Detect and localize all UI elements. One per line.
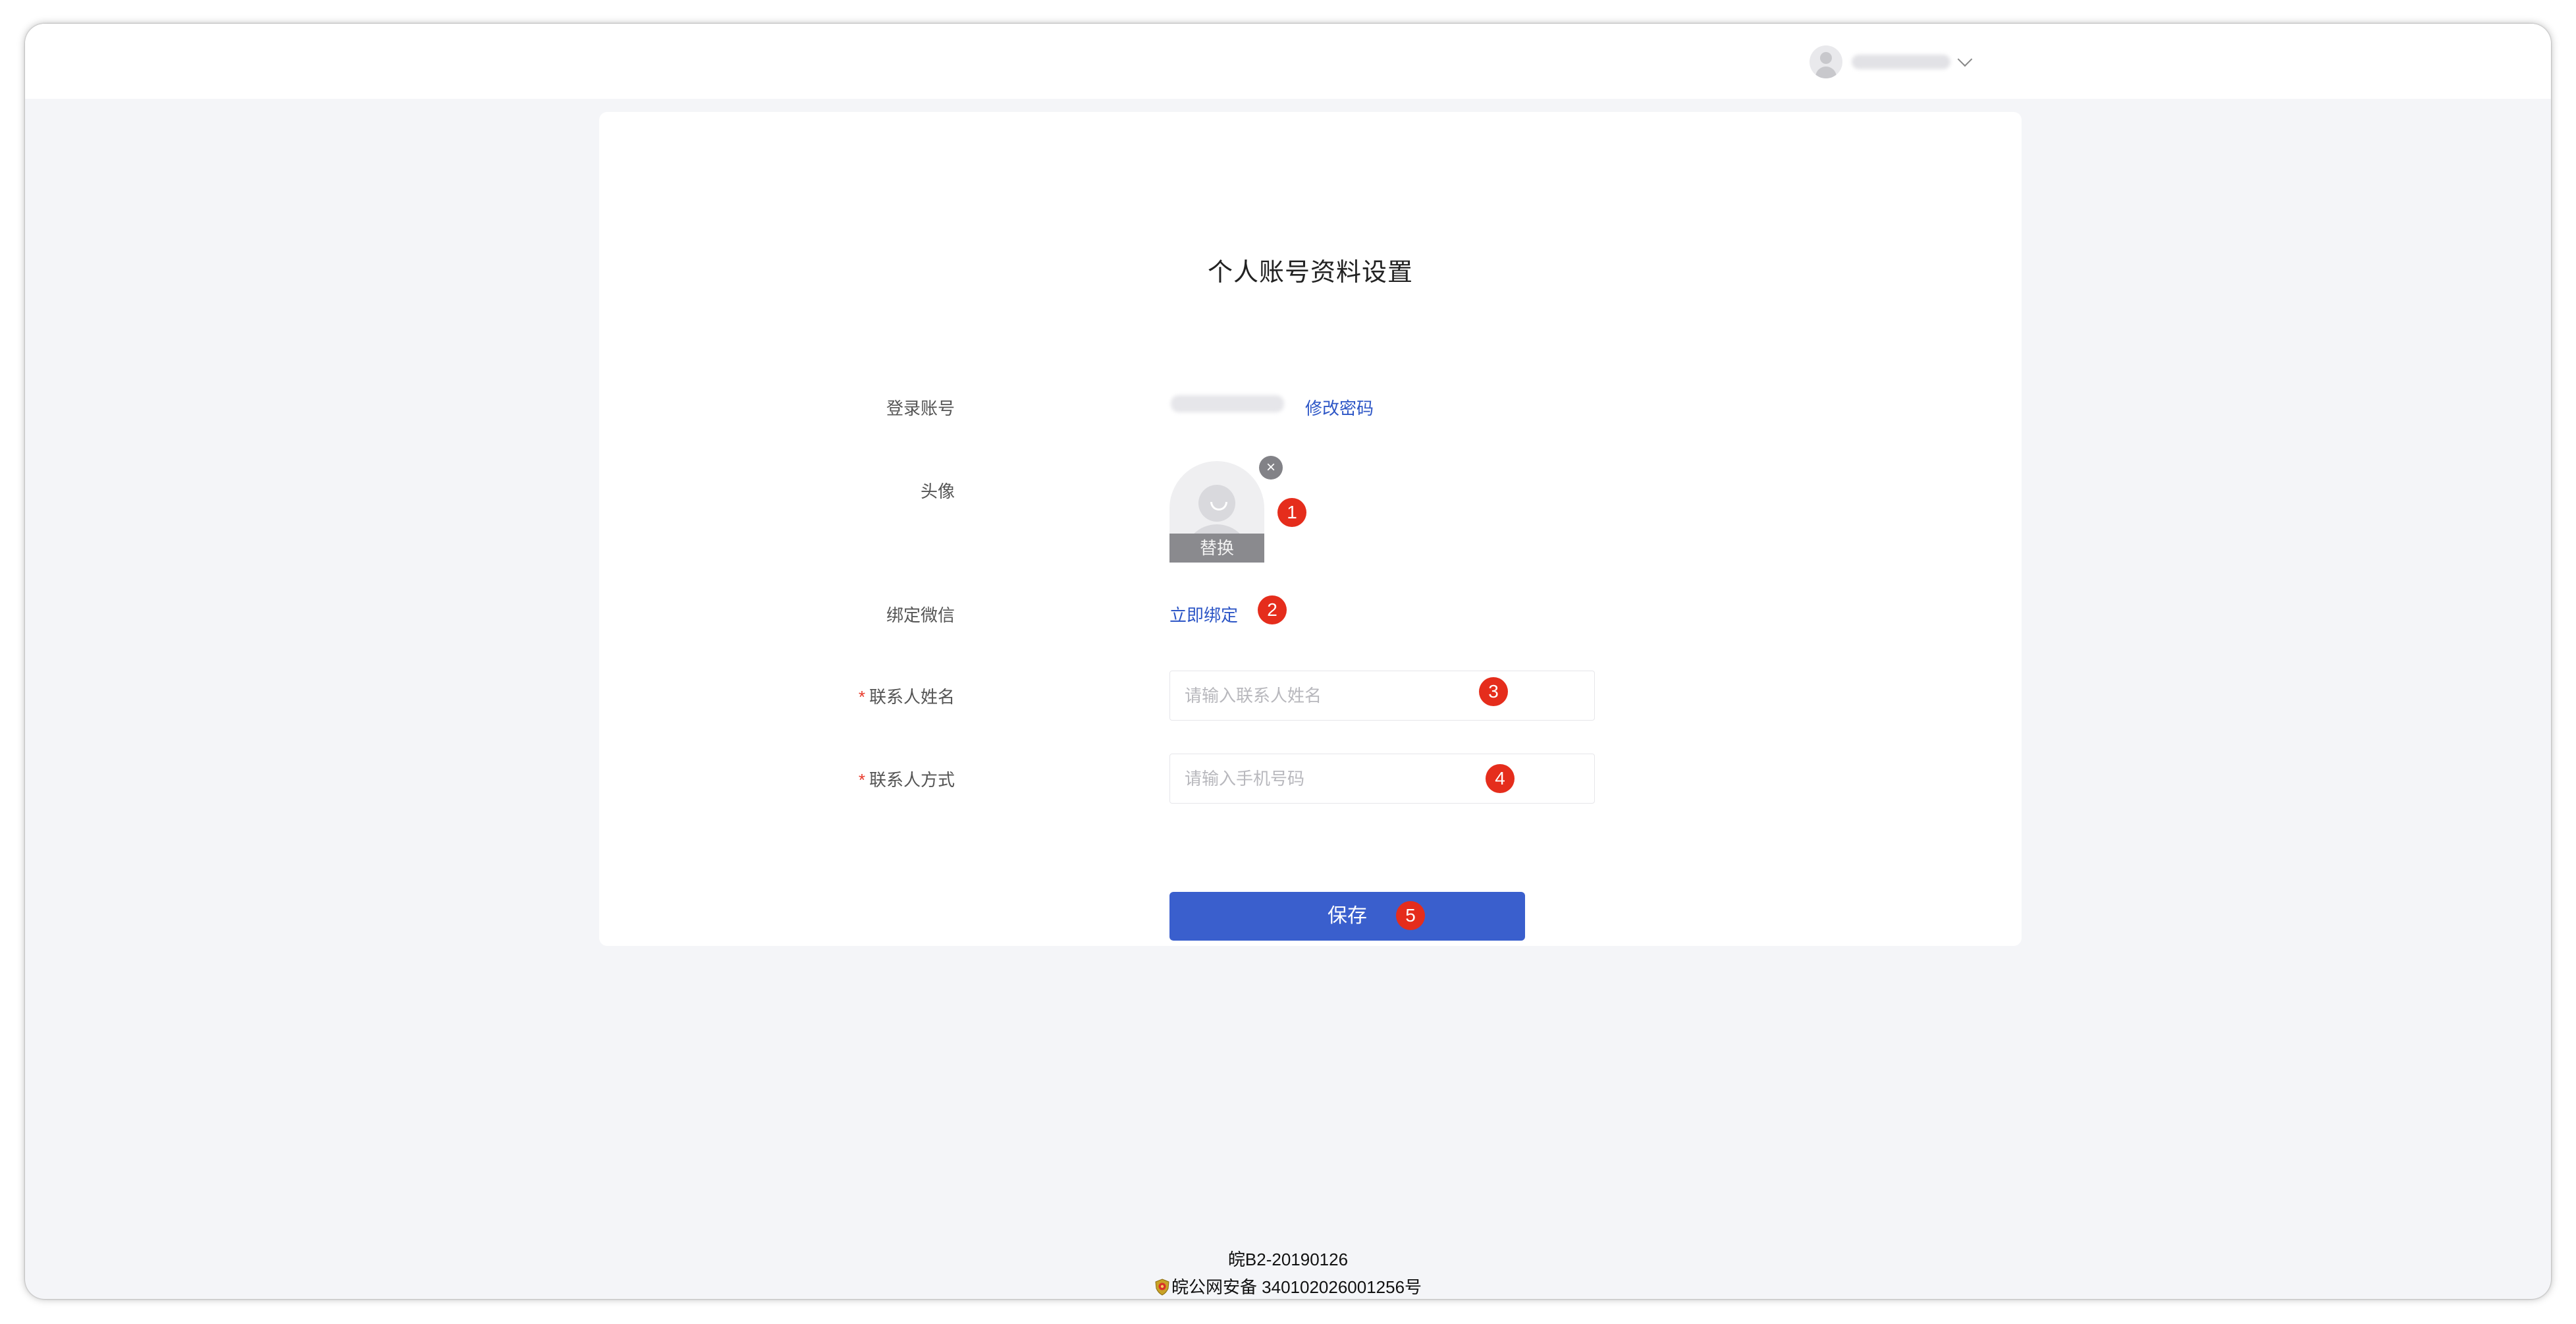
- required-mark: *: [858, 687, 865, 707]
- browser-window: 个人账号资料设置 登录账号 修改密码 头像 替换 × 1 绑定微信 立即绑定 2…: [25, 24, 2551, 1299]
- replace-avatar-button[interactable]: 替换: [1169, 534, 1264, 563]
- required-mark: *: [858, 770, 865, 790]
- top-navigation-bar: [25, 24, 2551, 99]
- chevron-down-icon[interactable]: [1957, 51, 1973, 67]
- police-record[interactable]: 皖公网安备 340102026001256号: [25, 1274, 2551, 1298]
- wechat-label: 绑定微信: [886, 605, 955, 625]
- save-button[interactable]: 保存: [1169, 892, 1525, 941]
- user-menu[interactable]: [1810, 43, 1973, 80]
- annotation-badge-3: 3: [1479, 677, 1508, 706]
- contact-name-input[interactable]: [1169, 671, 1595, 721]
- bind-wechat-link[interactable]: 立即绑定: [1169, 602, 1238, 626]
- contact-phone-label-text: 联系人方式: [869, 770, 955, 790]
- contact-name-label-text: 联系人姓名: [869, 687, 955, 707]
- remove-avatar-close-icon[interactable]: ×: [1259, 456, 1283, 480]
- user-avatar-icon[interactable]: [1810, 45, 1842, 78]
- police-record-text: 皖公网安备 340102026001256号: [1171, 1277, 1422, 1297]
- annotation-badge-2: 2: [1258, 595, 1287, 624]
- annotation-badge-1: 1: [1277, 498, 1306, 527]
- avatar-upload[interactable]: 替换: [1169, 461, 1264, 563]
- profile-settings-card: 个人账号资料设置 登录账号 修改密码 头像 替换 × 1 绑定微信 立即绑定 2…: [599, 112, 2022, 946]
- contact-name-label: * 联系人姓名: [599, 684, 955, 708]
- contact-phone-label: * 联系人方式: [599, 767, 955, 791]
- account-value-redacted: [1171, 395, 1284, 412]
- account-label: 登录账号: [886, 399, 955, 418]
- contact-phone-input[interactable]: [1169, 754, 1595, 804]
- avatar-label: 头像: [920, 482, 955, 501]
- annotation-badge-4: 4: [1486, 764, 1515, 793]
- page-title: 个人账号资料设置: [1207, 259, 1413, 287]
- annotation-badge-5: 5: [1396, 901, 1425, 930]
- change-password-link[interactable]: 修改密码: [1305, 395, 1374, 420]
- icp-license[interactable]: 皖B2-20190126: [25, 1246, 2551, 1271]
- user-name-redacted: [1852, 55, 1950, 69]
- police-badge-icon: [1155, 1279, 1169, 1296]
